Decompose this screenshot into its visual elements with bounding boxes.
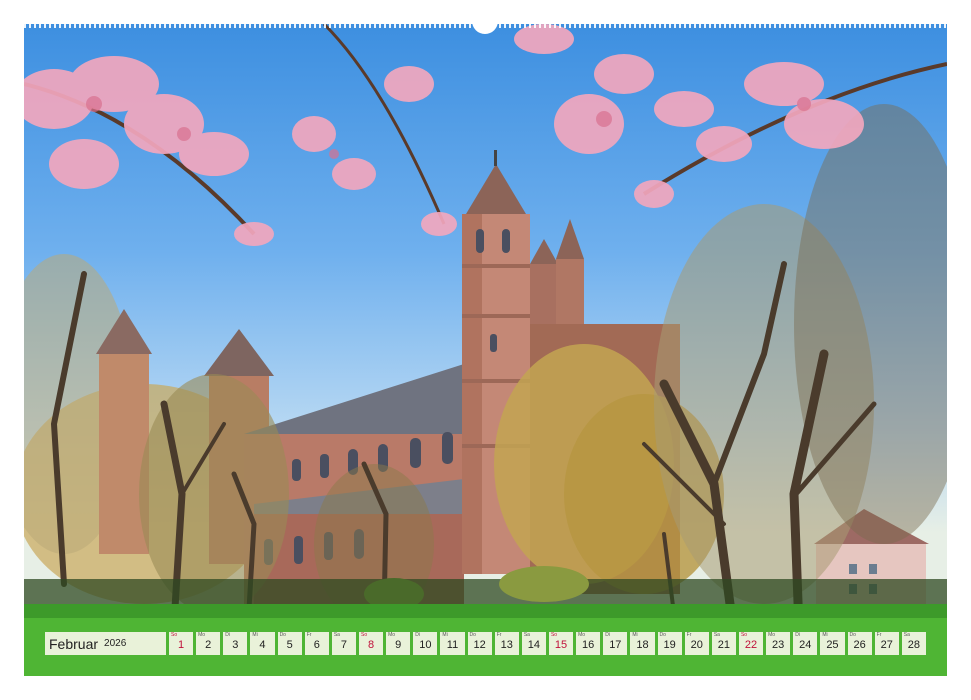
day-number: 10: [419, 639, 432, 651]
day-cell: Fr 20: [684, 632, 709, 655]
weekday-label: Mo: [388, 632, 396, 638]
weekday-label: Fr: [876, 632, 882, 638]
cathedral-scene: [24, 24, 947, 676]
day-number: 5: [286, 639, 293, 651]
day-number: 7: [340, 639, 347, 651]
weekday-label: Mo: [198, 632, 206, 638]
weekday-label: Di: [605, 632, 610, 638]
day-cell: Mi 18: [630, 632, 655, 655]
weekday-label: So: [171, 632, 178, 638]
day-number: 28: [907, 639, 920, 651]
day-number: 20: [690, 639, 703, 651]
day-number: 2: [205, 639, 212, 651]
weekday-label: Fr: [686, 632, 692, 638]
day-number: 1: [178, 639, 185, 651]
day-number: 18: [636, 639, 649, 651]
day-cell: Sa 28: [901, 632, 926, 655]
day-number: 8: [367, 639, 375, 651]
day-number: 17: [609, 639, 622, 651]
day-cell: Mi 11: [440, 632, 465, 655]
day-cell: Mo 23: [766, 632, 791, 655]
weekday-label: So: [360, 632, 368, 638]
day-number: 26: [853, 639, 866, 651]
calendar-photo: [24, 24, 947, 676]
weekday-label: Mi: [252, 632, 258, 638]
weekday-label: Fr: [496, 632, 502, 638]
day-number: 12: [473, 639, 486, 651]
day-cell: Mo 2: [196, 632, 221, 655]
weekday-label: Sa: [523, 632, 530, 638]
day-number: 19: [663, 639, 676, 651]
weekday-label: Mi: [442, 632, 448, 638]
day-number: 6: [313, 639, 320, 651]
weekday-label: So: [740, 632, 748, 638]
day-number: 16: [582, 639, 595, 651]
day-cell: Do 19: [657, 632, 682, 655]
day-number: 23: [772, 639, 785, 651]
day-cell: Di 24: [793, 632, 818, 655]
weekday-label: Di: [795, 632, 800, 638]
weekday-label: Do: [279, 632, 286, 638]
day-cell: So 22: [738, 632, 764, 655]
day-cell: Mi 25: [820, 632, 845, 655]
weekday-label: Sa: [903, 632, 910, 638]
day-number: 3: [232, 639, 239, 651]
day-number: 14: [527, 639, 541, 651]
day-cell: Di 17: [603, 632, 628, 655]
day-cell: Do 5: [277, 632, 302, 655]
day-cell: Di 3: [223, 632, 248, 655]
day-cell: Sa 7: [331, 632, 356, 655]
day-cell: Sa 21: [711, 632, 736, 655]
month-name: Februar: [49, 635, 99, 652]
day-cell: Fr 13: [494, 632, 519, 655]
day-number: 21: [717, 639, 730, 651]
day-cell: Mo 16: [576, 632, 601, 655]
day-cell: Do 26: [847, 632, 872, 655]
day-cell: Fr 27: [874, 632, 899, 655]
day-cell: Mo 9: [386, 632, 411, 655]
day-number: 22: [744, 639, 758, 651]
day-number: 24: [799, 639, 812, 651]
weekday-label: Do: [659, 632, 666, 638]
weekday-label: Di: [415, 632, 420, 638]
day-cell: Fr 6: [304, 632, 329, 655]
day-cell: Do 12: [467, 632, 492, 655]
day-number: 9: [395, 639, 402, 651]
weekday-label: Mi: [822, 632, 828, 638]
weekday-label: Do: [849, 632, 856, 638]
day-number: 4: [259, 639, 266, 651]
weekday-label: Mi: [632, 632, 638, 638]
day-number: 27: [880, 639, 893, 651]
day-cell: Sa 14: [521, 632, 546, 655]
day-cell: So 8: [358, 632, 384, 655]
month-label: Februar 2026: [45, 632, 166, 655]
weekday-label: Sa: [713, 632, 720, 638]
weekday-label: So: [550, 632, 558, 638]
day-number: 15: [554, 639, 568, 651]
weekday-label: Fr: [306, 632, 312, 638]
day-number: 11: [446, 639, 459, 651]
day-cell: So 15: [548, 632, 574, 655]
month-year: 2026: [104, 638, 127, 649]
day-number: 25: [826, 639, 839, 651]
day-cell: Di 10: [413, 632, 438, 655]
weekday-label: Mo: [578, 632, 586, 638]
weekday-label: Do: [469, 632, 476, 638]
weekday-label: Di: [225, 632, 231, 638]
weekday-label: Mo: [768, 632, 776, 638]
weekday-label: Sa: [333, 632, 340, 638]
day-cell: So 1: [169, 632, 194, 655]
calendar-bar: Februar 2026 So 1 Mo 2 Di 3 Mi 4 Do 5 Fr 6 Sa 7 So 8 Mo 9…: [45, 632, 926, 655]
day-number: 13: [500, 639, 513, 651]
day-cell: Mi 4: [250, 632, 275, 655]
